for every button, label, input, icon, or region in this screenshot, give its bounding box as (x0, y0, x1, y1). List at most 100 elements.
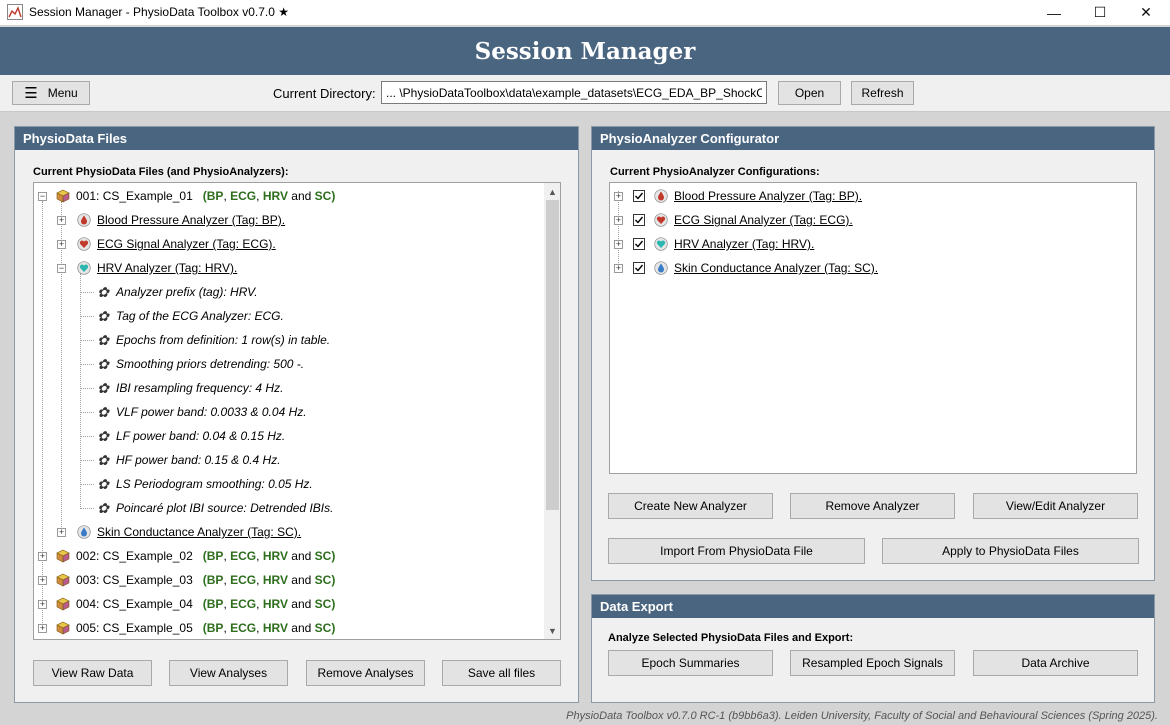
tag-hrv: HRV (262, 573, 288, 587)
analyzer-label: Blood Pressure Analyzer (Tag: BP). (97, 213, 286, 227)
checkbox[interactable] (633, 190, 645, 202)
data-archive-button[interactable]: Data Archive (973, 650, 1138, 676)
tree-file-003[interactable]: 003: CS_Example_03 (BP, ECG, HRV and SC) (56, 568, 335, 592)
blood-drop-icon (654, 189, 668, 203)
gear-icon: ✿ (97, 476, 109, 492)
tree-analyzer-sc[interactable]: Skin Conductance Analyzer (Tag: SC). (77, 520, 301, 544)
collapse-toggle[interactable]: − (57, 264, 66, 273)
view-edit-analyzer-button[interactable]: View/Edit Analyzer (973, 493, 1138, 519)
file-name: 003: CS_Example_03 (76, 573, 193, 587)
cyan-heart-icon (77, 261, 91, 275)
setting-label: Analyzer prefix (tag): HRV. (116, 285, 258, 299)
view-analyses-button[interactable]: View Analyses (169, 660, 288, 686)
hamburger-icon: ☰ (24, 85, 38, 102)
checkbox[interactable] (633, 214, 645, 226)
file-name: 002: CS_Example_02 (76, 549, 193, 563)
create-new-analyzer-button[interactable]: Create New Analyzer (608, 493, 773, 519)
collapse-toggle[interactable]: − (38, 192, 47, 201)
setting-label: Tag of the ECG Analyzer: ECG. (116, 309, 284, 323)
menu-button[interactable]: ☰ Menu (12, 81, 90, 105)
open-button[interactable]: Open (778, 81, 841, 105)
hrv-setting-item[interactable]: ✿ LF power band: 0.04 & 0.15 Hz. (96, 424, 285, 448)
expand-toggle[interactable]: + (38, 552, 47, 561)
tree-analyzer-ecg[interactable]: ECG Signal Analyzer (Tag: ECG). (77, 232, 276, 256)
apply-to-files-button[interactable]: Apply to PhysioData Files (882, 538, 1139, 564)
scrollbar-thumb[interactable] (546, 200, 559, 510)
config-item-ecg[interactable]: ECG Signal Analyzer (Tag: ECG). (633, 208, 853, 232)
tag-and: and (291, 573, 312, 587)
hrv-setting-item[interactable]: ✿ Tag of the ECG Analyzer: ECG. (96, 304, 284, 328)
tree-analyzer-hrv[interactable]: HRV Analyzer (Tag: HRV). (77, 256, 237, 280)
scroll-down-arrow-icon[interactable]: ▼ (544, 622, 560, 639)
current-directory-input[interactable] (381, 81, 767, 104)
hrv-setting-item[interactable]: ✿ Epochs from definition: 1 row(s) in tab… (96, 328, 330, 352)
hrv-setting-item[interactable]: ✿ Analyzer prefix (tag): HRV. (96, 280, 258, 304)
expand-toggle[interactable]: + (38, 576, 47, 585)
config-item-label: ECG Signal Analyzer (Tag: ECG). (674, 213, 853, 227)
tag-bp: BP (206, 621, 224, 635)
tag-comma: , (223, 189, 227, 203)
tag-ecg: ECG (230, 621, 257, 635)
expand-toggle[interactable]: + (57, 528, 66, 537)
epoch-summaries-button[interactable]: Epoch Summaries (608, 650, 773, 676)
hrv-setting-item[interactable]: ✿ IBI resampling frequency: 4 Hz. (96, 376, 283, 400)
maximize-button[interactable]: ☐ (1077, 0, 1123, 25)
tag-comma: , (256, 621, 260, 635)
hrv-setting-item[interactable]: ✿ Smoothing priors detrending: 500 -. (96, 352, 304, 376)
tag-sc: SC (314, 549, 332, 563)
scroll-up-arrow-icon[interactable]: ▲ (544, 183, 560, 200)
config-item-hrv[interactable]: HRV Analyzer (Tag: HRV). (633, 232, 814, 256)
tree-file-005[interactable]: 005: CS_Example_05 (BP, ECG, HRV and SC) (56, 616, 336, 639)
tag-hrv: HRV (262, 189, 288, 203)
tree-file-004[interactable]: 004: CS_Example_04 (BP, ECG, HRV and SC) (56, 592, 335, 616)
view-raw-data-button[interactable]: View Raw Data (33, 660, 152, 686)
close-button[interactable]: ✕ (1123, 0, 1169, 25)
app-icon (7, 4, 23, 20)
tag-close: ) (331, 621, 336, 635)
setting-label: HF power band: 0.15 & 0.4 Hz. (116, 453, 281, 467)
tag-hrv: HRV (262, 621, 288, 635)
checkbox[interactable] (633, 238, 645, 250)
hrv-setting-item[interactable]: ✿ HF power band: 0.15 & 0.4 Hz. (96, 448, 281, 472)
gear-icon: ✿ (97, 500, 109, 516)
remove-analyses-button[interactable]: Remove Analyses (306, 660, 425, 686)
tree-analyzer-bp[interactable]: Blood Pressure Analyzer (Tag: BP). (77, 208, 285, 232)
tag-close: ) (331, 597, 336, 611)
tag-bp: BP (206, 573, 224, 587)
expand-toggle[interactable]: + (57, 240, 66, 249)
import-from-file-button[interactable]: Import From PhysioData File (608, 538, 865, 564)
tree-file-002[interactable]: 002: CS_Example_02 (BP, ECG, HRV and SC) (56, 544, 335, 568)
remove-analyzer-button[interactable]: Remove Analyzer (790, 493, 955, 519)
setting-label: IBI resampling frequency: 4 Hz. (116, 381, 284, 395)
heart-icon (654, 213, 668, 227)
hrv-setting-item[interactable]: ✿ VLF power band: 0.0033 & 0.04 Hz. (96, 400, 306, 424)
tag-comma: , (223, 573, 227, 587)
expand-toggle[interactable]: + (614, 192, 623, 201)
expand-toggle[interactable]: + (614, 240, 623, 249)
config-item-label: Blood Pressure Analyzer (Tag: BP). (674, 189, 863, 203)
expand-toggle[interactable]: + (38, 600, 47, 609)
expand-toggle[interactable]: + (614, 216, 623, 225)
tag-ecg: ECG (230, 549, 257, 563)
tree-file-001[interactable]: 001: CS_Example_01 (BP, ECG, HRV and SC) (56, 184, 335, 208)
config-item-sc[interactable]: Skin Conductance Analyzer (Tag: SC). (633, 256, 878, 280)
cyan-heart-icon (654, 237, 668, 251)
hrv-setting-item[interactable]: ✿ Poincaré plot IBI source: Detrended IBI… (96, 496, 333, 520)
analyzer-configurations-list[interactable]: + Blood Pressure Analyzer (Tag: BP). + E… (609, 182, 1137, 474)
expand-toggle[interactable]: + (57, 216, 66, 225)
checkbox[interactable] (633, 262, 645, 274)
physiodata-files-tree[interactable]: − 001: CS_Example_01 (BP, ECG, HRV and S… (33, 182, 561, 640)
save-all-files-button[interactable]: Save all files (442, 660, 561, 686)
configurator-subtitle: Current PhysioAnalyzer Configurations: (610, 166, 820, 178)
minimize-button[interactable]: — (1031, 0, 1077, 25)
refresh-button[interactable]: Refresh (851, 81, 914, 105)
resampled-epoch-signals-button[interactable]: Resampled Epoch Signals (790, 650, 955, 676)
setting-label: LS Periodogram smoothing: 0.05 Hz. (116, 477, 313, 491)
expand-toggle[interactable]: + (614, 264, 623, 273)
hrv-setting-item[interactable]: ✿ LS Periodogram smoothing: 0.05 Hz. (96, 472, 313, 496)
config-item-bp[interactable]: Blood Pressure Analyzer (Tag: BP). (633, 184, 862, 208)
tag-and: and (291, 549, 312, 563)
setting-label: Poincaré plot IBI source: Detrended IBIs… (116, 501, 334, 515)
expand-toggle[interactable]: + (38, 624, 47, 633)
tag-close: ) (331, 573, 336, 587)
